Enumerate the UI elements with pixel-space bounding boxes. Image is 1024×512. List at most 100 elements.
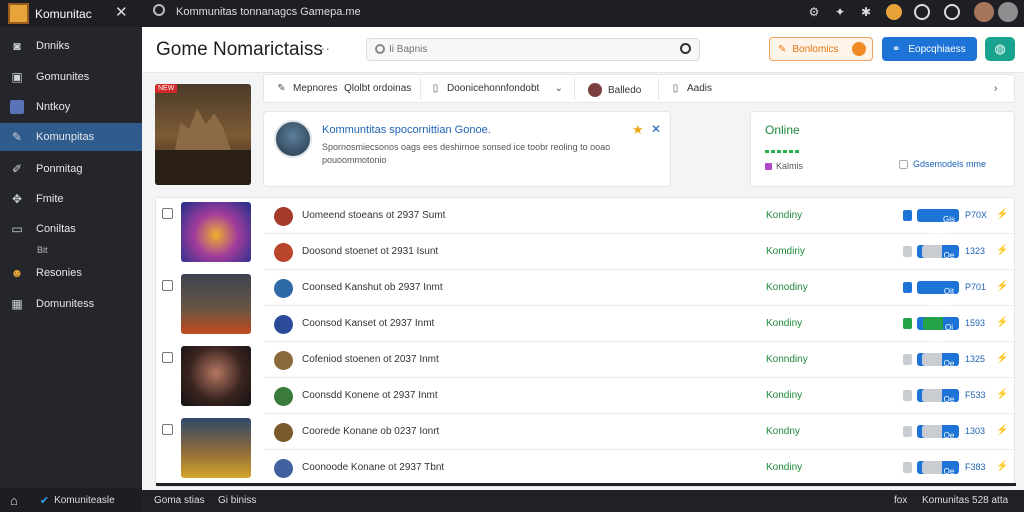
brush-icon: ✎ bbox=[778, 43, 787, 55]
row-status: Kondiny bbox=[766, 390, 803, 401]
star-icon[interactable]: ★ bbox=[632, 122, 644, 138]
row-action-icon[interactable]: ⚡ bbox=[996, 281, 1008, 292]
gear-icon[interactable]: ⚙ bbox=[806, 4, 822, 20]
tv-icon: ▣ bbox=[11, 70, 23, 84]
row-badge-label: Oe bbox=[943, 395, 955, 404]
row-checkbox[interactable] bbox=[162, 424, 173, 435]
more-menu-icon[interactable]: ··· bbox=[316, 40, 330, 56]
toolbar-item-2[interactable]: ▯ Doonicehonnfondobt ⌄ bbox=[430, 83, 564, 94]
image-icon bbox=[10, 100, 24, 114]
row-checkbox[interactable] bbox=[162, 208, 173, 219]
clock-icon[interactable] bbox=[944, 4, 960, 20]
featured-game-image[interactable]: NEW bbox=[155, 84, 251, 185]
file-icon: ▯ bbox=[672, 83, 679, 94]
row-status: Kondiny bbox=[766, 210, 803, 221]
sidebar-item-label: Dnniks bbox=[36, 40, 70, 52]
table-row[interactable]: Coonsod Kanset ot 2937 Inmt Kondiny Oi Eie… bbox=[264, 306, 1016, 345]
list-group-2 bbox=[156, 342, 264, 414]
search-icon[interactable] bbox=[153, 4, 165, 16]
game-thumbnail[interactable] bbox=[181, 274, 251, 334]
notification-icon[interactable] bbox=[886, 4, 902, 20]
close-icon[interactable]: ✕ bbox=[651, 122, 661, 136]
chat-icon: ▭ bbox=[11, 222, 23, 236]
sidebar-item-0[interactable]: ◙ Dnniks bbox=[0, 32, 142, 60]
row-number: F533 bbox=[965, 390, 986, 400]
pin-icon[interactable]: ✦ bbox=[832, 4, 848, 20]
sidebar-item-3[interactable]: ✎ Komunpitas bbox=[0, 123, 142, 151]
row-action-icon[interactable]: ⚡ bbox=[996, 425, 1008, 436]
list-group-3 bbox=[156, 414, 264, 486]
sidebar-item-4[interactable]: ✐ Ponmitag bbox=[0, 155, 142, 183]
sidebar-footer-link[interactable]: ✔ Komuniteasle bbox=[40, 494, 115, 507]
game-list: Uomeend stoeans ot 2937 Sumt Kondiny Gis t… bbox=[155, 197, 1016, 487]
row-badge[interactable]: Oe bbox=[917, 353, 959, 368]
row-action-icon[interactable]: ⚡ bbox=[996, 245, 1008, 256]
search-input[interactable] bbox=[389, 41, 669, 58]
profile-avatar[interactable] bbox=[998, 2, 1018, 22]
bottom-right-1: fox bbox=[894, 495, 908, 506]
row-badge[interactable]: Oit noris bbox=[917, 281, 959, 309]
table-row[interactable]: Coorede Konane ob 0237 Ionrt Kondny Oe 1303… bbox=[264, 414, 1016, 450]
globe-button[interactable]: ◍ bbox=[985, 37, 1015, 61]
record-icon[interactable] bbox=[914, 4, 930, 20]
bottom-link-1[interactable]: Goma stias bbox=[154, 495, 205, 506]
toolbar-item-0[interactable]: ✎ Mepnores bbox=[276, 83, 337, 94]
row-badge-label: Oe bbox=[943, 251, 955, 260]
sidebar-item-label: Ponmitag bbox=[36, 163, 83, 175]
table-row[interactable]: Coonoode Konane ot 2937 Tbnt Kondiny Oe F38… bbox=[264, 450, 1016, 486]
row-action-icon[interactable]: ⚡ bbox=[996, 353, 1008, 364]
notification-title[interactable]: Kommuntitas spocornittian Gonoe. bbox=[322, 124, 491, 136]
row-badge[interactable]: Oe bbox=[917, 425, 959, 440]
sidebar-item-7[interactable]: ☻ Resonies bbox=[0, 259, 142, 287]
gamepad-icon: ✥ bbox=[11, 192, 23, 206]
sidebar-item-8[interactable]: ▦ Domunitess bbox=[0, 290, 142, 318]
bonus-button[interactable]: ✎ Bonlomics bbox=[769, 37, 873, 61]
row-badge[interactable]: Gis tato bbox=[917, 209, 959, 237]
row-avatar bbox=[274, 207, 293, 226]
search-submit-icon[interactable] bbox=[680, 43, 691, 54]
toolbar-item-1[interactable]: Qlolbt ordoinas bbox=[344, 83, 411, 94]
sidebar-item-5[interactable]: ✥ Fmite bbox=[0, 185, 142, 213]
avatar-small bbox=[588, 83, 602, 97]
row-badge[interactable]: Oe bbox=[917, 245, 959, 260]
row-badge-label: Oe bbox=[943, 431, 955, 440]
bottom-link-2[interactable]: Gi biniss bbox=[218, 495, 256, 506]
row-action-icon[interactable]: ⚡ bbox=[996, 317, 1008, 328]
home-icon[interactable]: ⌂ bbox=[10, 493, 18, 508]
sidebar-item-2[interactable]: Nntkoy bbox=[0, 93, 142, 121]
row-badge[interactable]: Oe bbox=[917, 461, 959, 476]
grid-icon: ▦ bbox=[11, 297, 23, 311]
toolbar-item-3[interactable]: Balledo bbox=[588, 83, 641, 97]
row-tag-icon bbox=[903, 318, 912, 329]
page-title: Gome Nomarictaiss bbox=[156, 39, 323, 60]
row-checkbox[interactable] bbox=[162, 352, 173, 363]
sidebar-item-1[interactable]: ▣ Gomunites bbox=[0, 63, 142, 91]
table-row[interactable]: Coonsdd Konene ot 2937 Inmt Kondiny Oe F533… bbox=[264, 378, 1016, 414]
badge-left bbox=[923, 317, 943, 330]
brand[interactable]: Komunitac bbox=[8, 3, 92, 24]
sidebar-item-6[interactable]: ▭ Coniltas bbox=[0, 215, 142, 243]
row-badge[interactable]: Oi Eie bbox=[917, 317, 959, 345]
table-row[interactable]: Cofeniod stoenen ot 2037 Inmt Konndiny Oe 1… bbox=[264, 342, 1016, 378]
avatar[interactable] bbox=[974, 2, 994, 22]
people-icon: ☻ bbox=[10, 266, 24, 280]
puzzle-icon[interactable]: ✱ bbox=[858, 4, 874, 20]
row-action-icon[interactable]: ⚡ bbox=[996, 461, 1008, 472]
table-row[interactable]: Coonsed Kanshut ob 2937 Inmt Konodiny Oit … bbox=[264, 270, 1016, 309]
table-row[interactable]: Doosond stoenet ot 2931 Isunt Komdiriy Oe 1… bbox=[264, 234, 1016, 270]
toolbar-item-4[interactable]: ▯ Aadis bbox=[670, 83, 712, 94]
pen-icon: ✐ bbox=[11, 162, 23, 176]
game-thumbnail[interactable] bbox=[181, 418, 251, 478]
game-thumbnail[interactable] bbox=[181, 202, 251, 262]
game-thumbnail[interactable] bbox=[181, 346, 251, 406]
primary-action-button[interactable]: ⚭ Eopcqhiaess bbox=[882, 37, 977, 61]
row-title: Coonoode Konane ot 2937 Tbnt bbox=[302, 462, 445, 473]
row-badge[interactable]: Oe bbox=[917, 389, 959, 404]
row-checkbox[interactable] bbox=[162, 280, 173, 291]
close-icon[interactable]: ✕ bbox=[115, 3, 128, 21]
row-action-icon[interactable]: ⚡ bbox=[996, 209, 1008, 220]
row-action-icon[interactable]: ⚡ bbox=[996, 389, 1008, 400]
chevron-right-icon[interactable]: › bbox=[994, 83, 997, 94]
online-models-link[interactable]: Gdsemodels mme bbox=[899, 159, 986, 169]
table-row[interactable]: Uomeend stoeans ot 2937 Sumt Kondiny Gis t… bbox=[264, 198, 1016, 237]
